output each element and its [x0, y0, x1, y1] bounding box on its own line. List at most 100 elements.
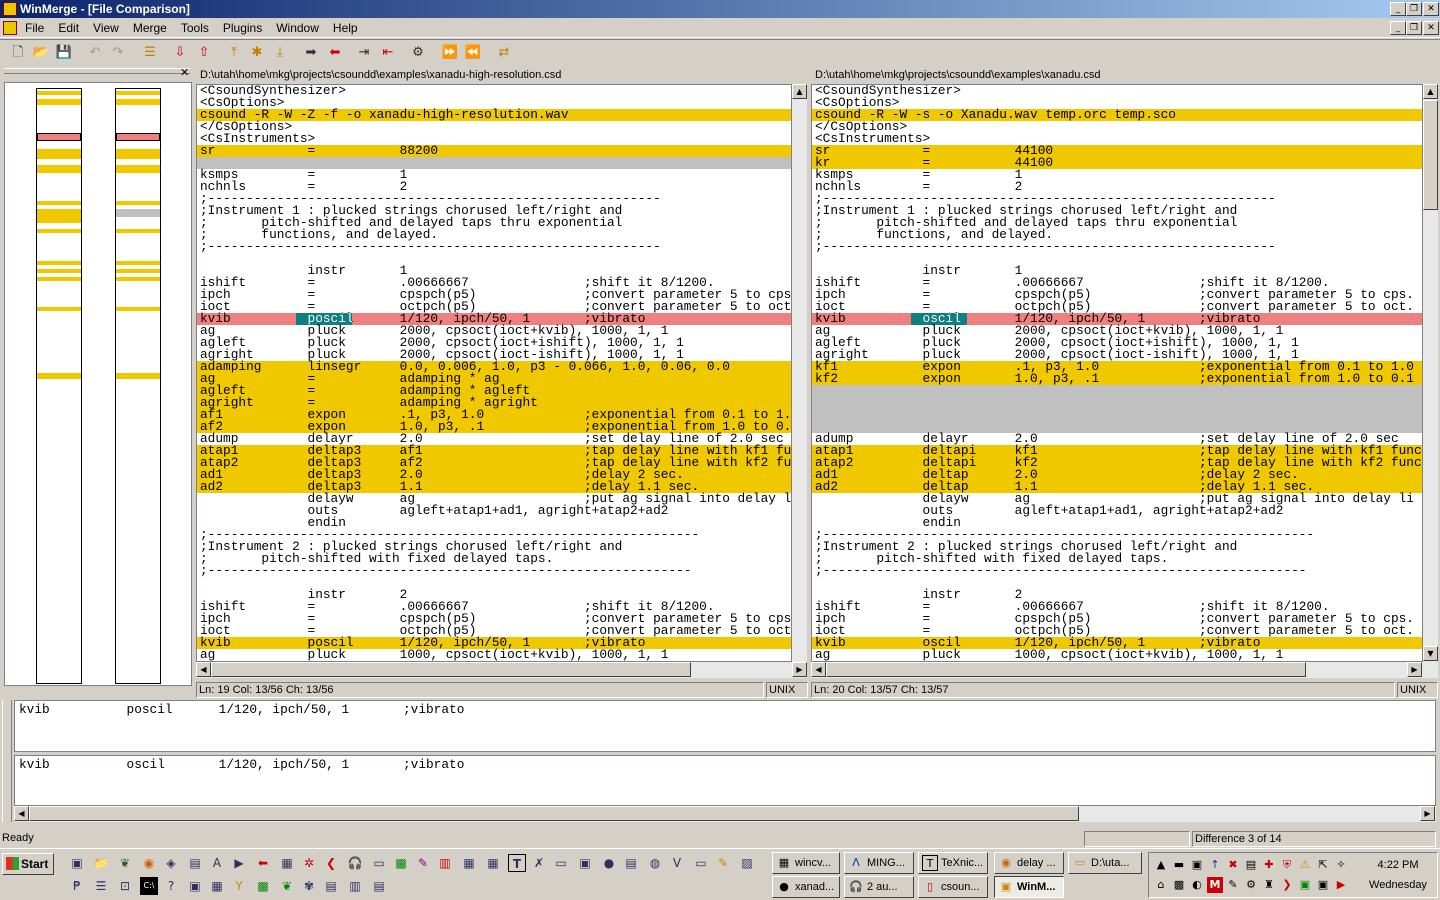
current-diff-icon[interactable]: ✱: [247, 43, 267, 63]
tray-icon-15[interactable]: M: [1207, 877, 1223, 893]
left-scroll-thumb[interactable]: [211, 662, 691, 677]
right-vertical-scrollbar[interactable]: ▲ ▼: [1423, 84, 1438, 662]
tray-icon-10[interactable]: ⇱: [1315, 857, 1331, 873]
left-file-view[interactable]: <CsoundSynthesizer> <CsOptions> csound -R …: [196, 84, 792, 662]
scroll-right-icon[interactable]: ▶: [792, 662, 807, 677]
console-icon[interactable]: C:\: [140, 877, 158, 895]
tray-icon-3[interactable]: ▣: [1189, 857, 1205, 873]
app-icon-14[interactable]: ▭: [370, 854, 388, 872]
app-icon-29[interactable]: ✎: [714, 854, 732, 872]
code-line[interactable]: sr = 88200: [197, 144, 791, 157]
app-icon-22[interactable]: ▭: [552, 854, 570, 872]
detail-left-view[interactable]: kvib poscil 1/120, ipch/50, 1 ;vibrato: [14, 700, 1436, 752]
new-icon[interactable]: 🗋: [8, 43, 28, 63]
app-icon-39[interactable]: ▩: [254, 877, 272, 895]
right-horizontal-scrollbar[interactable]: ◀ ▶: [811, 662, 1438, 678]
app-icon-17[interactable]: ▥: [436, 854, 454, 872]
app-icon-6[interactable]: ▤: [186, 854, 204, 872]
task-2-audio[interactable]: 🎧 2 au...: [844, 876, 914, 898]
texnic-icon[interactable]: T: [508, 854, 526, 872]
scroll-right-icon[interactable]: ▶: [1420, 806, 1435, 821]
x-icon[interactable]: ✗: [530, 854, 548, 872]
open-icon[interactable]: 📂: [31, 43, 51, 63]
copy-right-advance-icon[interactable]: ⇥: [354, 43, 374, 63]
app-icon-15[interactable]: ▩: [392, 854, 410, 872]
app-icon-42[interactable]: ▤: [322, 877, 340, 895]
copy-right-icon[interactable]: ➡: [301, 43, 321, 63]
tray-icon-14[interactable]: ◐: [1189, 877, 1205, 893]
tray-icon-18[interactable]: ♜: [1261, 877, 1277, 893]
task-wincv[interactable]: ▦ wincv...: [772, 852, 840, 874]
code-line[interactable]: ag pluck 1000, cpsoct(ioct+kvib), 1000, …: [197, 648, 791, 661]
code-line[interactable]: kf2 expon 1.0, p3, .1 ;exponential from …: [812, 372, 1422, 385]
tray-icon-21[interactable]: ▣: [1315, 877, 1331, 893]
save-icon[interactable]: 💾: [54, 43, 74, 63]
first-diff-icon[interactable]: ⤒: [224, 43, 244, 63]
folder-icon[interactable]: 📁: [92, 854, 110, 872]
undo-icon[interactable]: ↶: [85, 43, 105, 63]
menu-tools[interactable]: Tools: [174, 18, 216, 38]
app-icon-31[interactable]: ₱: [68, 877, 86, 895]
copy-left-icon[interactable]: ⬅: [325, 43, 345, 63]
app-icon-23[interactable]: ▣: [576, 854, 594, 872]
code-line[interactable]: ;---------------------------------------…: [197, 240, 791, 253]
task-delay[interactable]: ◉ delay ...: [994, 852, 1064, 874]
app-icon-28[interactable]: ▭: [692, 854, 710, 872]
detail-right-view[interactable]: kvib oscil 1/120, ipch/50, 1 ;vibrato: [14, 755, 1436, 806]
scroll-down-icon[interactable]: ▼: [1423, 646, 1438, 661]
app-icon-16[interactable]: ✎: [414, 854, 432, 872]
shield-icon[interactable]: ⛨: [1279, 857, 1295, 873]
menu-plugins[interactable]: Plugins: [216, 18, 269, 38]
detail-scroll-thumb[interactable]: [29, 806, 1079, 821]
menu-view[interactable]: View: [86, 18, 126, 38]
app-icon-12[interactable]: ❮: [322, 854, 340, 872]
code-line[interactable]: [812, 409, 1422, 421]
app-icon-44[interactable]: ▤: [370, 877, 388, 895]
tray-icon-6[interactable]: ▤: [1243, 857, 1259, 873]
app-icon-38[interactable]: Y: [230, 877, 248, 895]
task-xanadu[interactable]: ● xanad...: [772, 876, 840, 898]
last-diff-icon[interactable]: ⤓: [270, 43, 290, 63]
app-icon-9[interactable]: ⬅: [254, 854, 272, 872]
app-icon-41[interactable]: ✾: [300, 877, 318, 895]
clock-time[interactable]: 4:22 PM: [1359, 859, 1437, 871]
doc-minimize-icon[interactable]: _: [1390, 21, 1406, 35]
app-icon-11[interactable]: ✲: [300, 854, 318, 872]
copy-left-advance-icon[interactable]: ⇤: [378, 43, 398, 63]
options-icon[interactable]: ⚙: [408, 43, 428, 63]
menu-edit[interactable]: Edit: [51, 18, 86, 38]
left-horizontal-scrollbar[interactable]: ◀ ▶: [196, 662, 807, 678]
prev-diff-icon[interactable]: ⇧: [194, 43, 214, 63]
start-button[interactable]: Start: [2, 853, 54, 875]
app-icon-24[interactable]: ●: [600, 854, 618, 872]
desktop-icon[interactable]: ▣: [68, 854, 86, 872]
code-line[interactable]: ;---------------------------------------…: [197, 564, 791, 577]
select-current-diff-icon[interactable]: ☰: [140, 43, 160, 63]
app-icon-25[interactable]: ▤: [622, 854, 640, 872]
menu-merge[interactable]: Merge: [126, 18, 174, 38]
media-icon[interactable]: ▶: [230, 854, 248, 872]
app-icon-30[interactable]: ▨: [738, 854, 756, 872]
code-line[interactable]: <CsoundSynthesizer>: [812, 85, 1422, 97]
firefox-icon[interactable]: ◉: [140, 854, 158, 872]
headphones-icon[interactable]: 🎧: [346, 854, 364, 872]
task-csound[interactable]: ▯ csoun...: [918, 876, 988, 898]
tray-icon-16[interactable]: ✎: [1225, 877, 1241, 893]
app-icon-5[interactable]: ◈: [162, 854, 180, 872]
app-icon-40[interactable]: ❦: [278, 877, 296, 895]
app-icon-27[interactable]: V: [668, 854, 686, 872]
right-file-view[interactable]: <CsoundSynthesizer> <CsOptions> csound -R …: [811, 84, 1423, 662]
scroll-up-icon[interactable]: ▲: [1423, 84, 1438, 99]
location-pane-close-icon[interactable]: ✕: [180, 66, 189, 79]
tray-icon-2[interactable]: ▬: [1171, 857, 1187, 873]
scroll-left-icon[interactable]: ◀: [811, 662, 826, 677]
scroll-left-icon[interactable]: ◀: [196, 662, 211, 677]
menu-help[interactable]: Help: [326, 18, 365, 38]
close-icon[interactable]: ✕: [1423, 2, 1439, 16]
scroll-right-icon[interactable]: ▶: [1407, 662, 1422, 677]
app-icon-10[interactable]: ▦: [278, 854, 296, 872]
app-icon-33[interactable]: ⊡: [116, 877, 134, 895]
menu-window[interactable]: Window: [269, 18, 326, 38]
task-ming[interactable]: Ʌ MING...: [844, 852, 914, 874]
restore-icon[interactable]: ❐: [1406, 2, 1422, 16]
